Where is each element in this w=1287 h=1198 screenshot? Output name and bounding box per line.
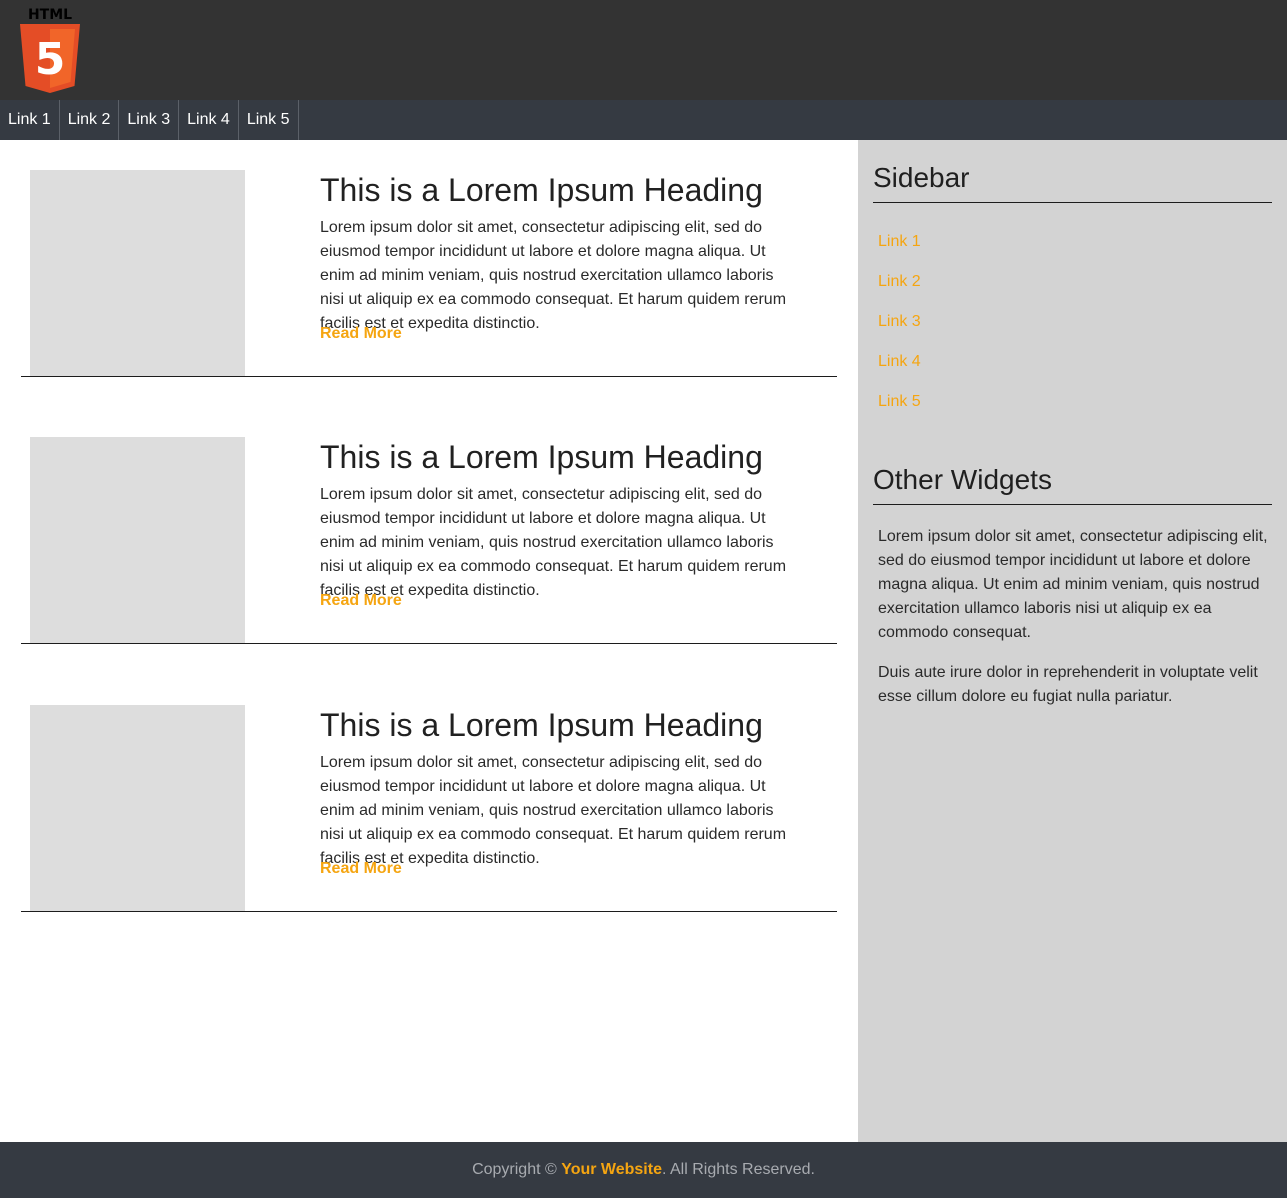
main-nav: Link 1 Link 2 Link 3 Link 4 Link 5: [0, 100, 1287, 140]
list-item: Link 1: [878, 230, 921, 270]
sidebar-item-link-2[interactable]: Link 2: [878, 270, 921, 310]
post-thumbnail: [30, 705, 245, 911]
footer-rights-text: . All Rights Reserved.: [661, 1161, 815, 1178]
logo-badge: 5: [35, 34, 66, 85]
footer-copyright-prefix: Copyright ©: [472, 1161, 562, 1178]
list-item: Link 4: [878, 350, 921, 390]
sidebar-link-list: Link 1 Link 2 Link 3 Link 4 Link 5: [878, 230, 921, 430]
sidebar-item-link-5[interactable]: Link 5: [878, 390, 921, 430]
post-excerpt: Lorem ipsum dolor sit amet, consectetur …: [320, 754, 787, 867]
nav-item-link-5[interactable]: Link 5: [239, 100, 299, 140]
sidebar-item-link-4[interactable]: Link 4: [878, 350, 921, 390]
post-heading: This is a Lorem Ipsum Heading: [320, 707, 763, 743]
read-more-link[interactable]: Read More: [320, 859, 402, 879]
sidebar-title: Sidebar: [873, 160, 1272, 203]
post-heading: This is a Lorem Ipsum Heading: [320, 172, 763, 208]
sidebar-item-link-1[interactable]: Link 1: [878, 230, 921, 270]
post-card: This is a Lorem Ipsum Heading Lorem ipsu…: [21, 140, 837, 377]
post-card: This is a Lorem Ipsum Heading Lorem ipsu…: [21, 407, 837, 644]
nav-item-link-1[interactable]: Link 1: [0, 100, 60, 140]
post-excerpt: Lorem ipsum dolor sit amet, consectetur …: [320, 219, 787, 332]
widget-paragraph: Duis aute irure dolor in reprehenderit i…: [878, 664, 1258, 705]
sidebar: Sidebar Link 1 Link 2 Link 3 Link 4 Link…: [858, 140, 1287, 1142]
site-footer: Copyright © Your Website. All Rights Res…: [0, 1142, 1287, 1198]
nav-item-link-2[interactable]: Link 2: [60, 100, 120, 140]
post-thumbnail: [30, 170, 245, 376]
site-header: HTML 5: [0, 0, 1287, 100]
main-content: This is a Lorem Ipsum Heading Lorem ipsu…: [0, 140, 858, 1142]
list-item: Link 2: [878, 270, 921, 310]
logo-text: HTML: [28, 7, 72, 23]
read-more-link[interactable]: Read More: [320, 591, 402, 611]
post-excerpt: Lorem ipsum dolor sit amet, consectetur …: [320, 486, 787, 599]
nav-item-link-3[interactable]: Link 3: [119, 100, 180, 140]
widgets-title: Other Widgets: [873, 462, 1272, 505]
post-card: This is a Lorem Ipsum Heading Lorem ipsu…: [21, 675, 837, 912]
footer-site-link[interactable]: Your Website: [561, 1161, 662, 1178]
list-item: Link 5: [878, 390, 921, 430]
sidebar-item-link-3[interactable]: Link 3: [878, 310, 921, 350]
nav-item-link-4[interactable]: Link 4: [179, 100, 239, 140]
html5-logo-icon[interactable]: HTML 5: [20, 6, 80, 94]
read-more-link[interactable]: Read More: [320, 324, 402, 344]
post-heading: This is a Lorem Ipsum Heading: [320, 439, 763, 475]
post-thumbnail: [30, 437, 245, 643]
widget-paragraph: Lorem ipsum dolor sit amet, consectetur …: [878, 528, 1268, 641]
list-item: Link 3: [878, 310, 921, 350]
